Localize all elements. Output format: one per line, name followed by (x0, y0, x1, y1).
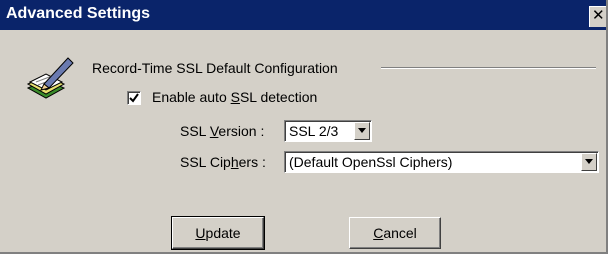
auto-ssl-checkbox[interactable] (127, 91, 141, 105)
advanced-settings-dialog: Advanced Settings ✕ Record-Time SSL Defa… (0, 0, 608, 254)
ssl-ciphers-value: (Default OpenSsl Ciphers) (289, 154, 453, 170)
cancel-button[interactable]: Cancel (349, 217, 441, 249)
ssl-ciphers-label-before: SSL Cip (180, 154, 231, 170)
update-button-label: pdate (205, 225, 241, 241)
group-title: Record-Time SSL Default Configuration (92, 60, 338, 76)
auto-ssl-label-after: SL detection (239, 89, 318, 105)
close-icon: ✕ (592, 7, 605, 24)
record-settings-icon (26, 57, 74, 99)
ssl-version-value: SSL 2/3 (289, 123, 339, 139)
cancel-button-mnemonic: C (373, 225, 384, 241)
ssl-version-dropdown-button[interactable] (354, 122, 370, 140)
ssl-ciphers-dropdown-button[interactable] (581, 153, 597, 171)
auto-ssl-label[interactable]: Enable auto SSL detection (152, 89, 317, 105)
ssl-version-label-before: SSL (180, 123, 210, 139)
auto-ssl-label-before: Enable auto (152, 89, 231, 105)
group-divider (381, 67, 596, 69)
close-button[interactable]: ✕ (589, 6, 606, 27)
update-button-mnemonic: U (195, 225, 206, 241)
ssl-ciphers-label-after: ers : (238, 154, 266, 170)
ssl-version-label-after: ersion : (218, 123, 265, 139)
cancel-button-label: ancel (383, 225, 417, 241)
chevron-down-icon (585, 159, 593, 164)
update-button[interactable]: Update (171, 216, 265, 250)
chevron-down-icon (358, 128, 366, 133)
auto-ssl-label-mnemonic: S (230, 89, 240, 105)
title-bar[interactable]: Advanced Settings ✕ (0, 0, 606, 30)
ssl-version-label: SSL Version : (180, 123, 264, 139)
ssl-version-select[interactable]: SSL 2/3 (284, 120, 372, 142)
dialog-title: Advanced Settings (6, 5, 151, 22)
ssl-ciphers-label: SSL Ciphers : (180, 154, 266, 170)
ssl-ciphers-select[interactable]: (Default OpenSsl Ciphers) (284, 151, 599, 173)
ssl-ciphers-label-mnemonic: h (230, 154, 239, 170)
checkmark-icon (129, 93, 139, 103)
